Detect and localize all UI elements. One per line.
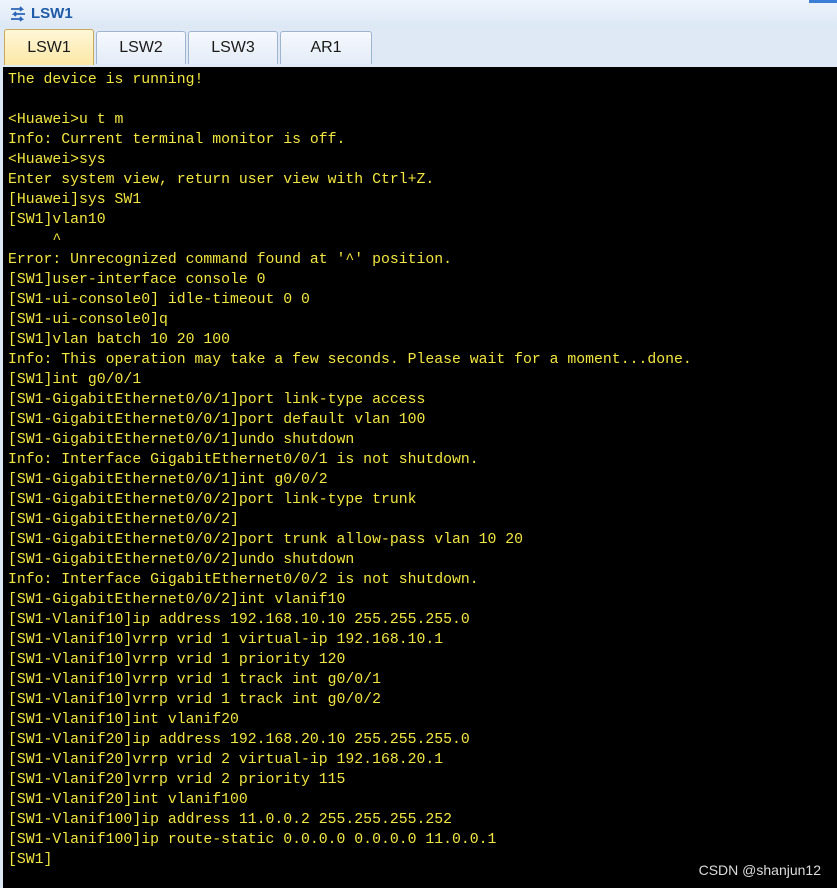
terminal-line: [SW1-GigabitEthernet0/0/2]int vlanif10 [8, 592, 346, 608]
terminal-line: [SW1-ui-console0]q [8, 312, 168, 328]
terminal-line: <Huawei>u t m [8, 112, 124, 128]
terminal-line: [SW1-GigabitEthernet0/0/2]port link-type… [8, 492, 417, 508]
tab-lsw2[interactable]: LSW2 [96, 31, 186, 64]
terminal-line: [SW1-GigabitEthernet0/0/2]undo shutdown [8, 552, 355, 568]
terminal-line: [SW1-ui-console0] idle-timeout 0 0 [8, 292, 310, 308]
terminal-line: [SW1-Vlanif10]vrrp vrid 1 priority 120 [8, 652, 346, 668]
terminal-line: [SW1-GigabitEthernet0/0/1]port default v… [8, 412, 426, 428]
terminal-line: [SW1-GigabitEthernet0/0/2] [8, 512, 239, 528]
terminal-line: ^ [8, 232, 62, 248]
title-bar: LSW1 [0, 0, 837, 27]
terminal-line: [SW1-Vlanif20]vrrp vrid 2 virtual-ip 192… [8, 752, 444, 768]
terminal-line: [SW1-Vlanif20]ip address 192.168.20.10 2… [8, 732, 470, 748]
terminal-line: [SW1]vlan batch 10 20 100 [8, 332, 230, 348]
terminal-line: [SW1-Vlanif100]ip route-static 0.0.0.0 0… [8, 832, 497, 848]
terminal-line: [SW1]int g0/0/1 [8, 372, 142, 388]
title-bar-accent [809, 0, 837, 3]
terminal-line: Error: Unrecognized command found at '^'… [8, 252, 452, 268]
terminal-window: LSW1 LSW1 LSW2 LSW3 AR1 The device is ru… [0, 0, 837, 888]
terminal-line: [SW1-GigabitEthernet0/0/1]port link-type… [8, 392, 426, 408]
terminal-line: [SW1-Vlanif10]ip address 192.168.10.10 2… [8, 612, 470, 628]
terminal-line: [SW1-Vlanif10]int vlanif20 [8, 712, 239, 728]
terminal-line: [SW1-Vlanif20]vrrp vrid 2 priority 115 [8, 772, 346, 788]
terminal-line: [SW1]vlan10 [8, 212, 106, 228]
terminal-line: <Huawei>sys [8, 152, 106, 168]
terminal-line: Info: Interface GigabitEthernet0/0/2 is … [8, 572, 479, 588]
terminal-line: The device is running! [8, 72, 204, 88]
terminal-line: [SW1-GigabitEthernet0/0/1]undo shutdown [8, 432, 355, 448]
terminal-console[interactable]: The device is running! <Huawei>u t m Inf… [3, 67, 837, 888]
tab-bar: LSW1 LSW2 LSW3 AR1 [0, 28, 837, 67]
tab-lsw1[interactable]: LSW1 [4, 29, 94, 65]
window-title: LSW1 [31, 5, 73, 22]
terminal-line: [SW1-Vlanif20]int vlanif100 [8, 792, 248, 808]
terminal-line: [SW1-Vlanif10]vrrp vrid 1 track int g0/0… [8, 672, 381, 688]
terminal-line: [SW1-Vlanif100]ip address 11.0.0.2 255.2… [8, 812, 452, 828]
watermark: CSDN @shanjun12 [698, 862, 821, 878]
terminal-line: [SW1-Vlanif10]vrrp vrid 1 virtual-ip 192… [8, 632, 444, 648]
terminal-line: [Huawei]sys SW1 [8, 192, 142, 208]
switch-icon [8, 4, 28, 24]
terminal-line: Info: Current terminal monitor is off. [8, 132, 346, 148]
tab-lsw3[interactable]: LSW3 [188, 31, 278, 64]
terminal-line: Enter system view, return user view with… [8, 172, 435, 188]
terminal-line: [SW1-Vlanif10]vrrp vrid 1 track int g0/0… [8, 692, 381, 708]
terminal-line: [SW1-GigabitEthernet0/0/2]port trunk all… [8, 532, 524, 548]
terminal-line: [SW1-GigabitEthernet0/0/1]int g0/0/2 [8, 472, 328, 488]
terminal-line: Info: Interface GigabitEthernet0/0/1 is … [8, 452, 479, 468]
terminal-line: [SW1]user-interface console 0 [8, 272, 266, 288]
terminal-line: Info: This operation may take a few seco… [8, 352, 692, 368]
tab-ar1[interactable]: AR1 [280, 31, 372, 64]
